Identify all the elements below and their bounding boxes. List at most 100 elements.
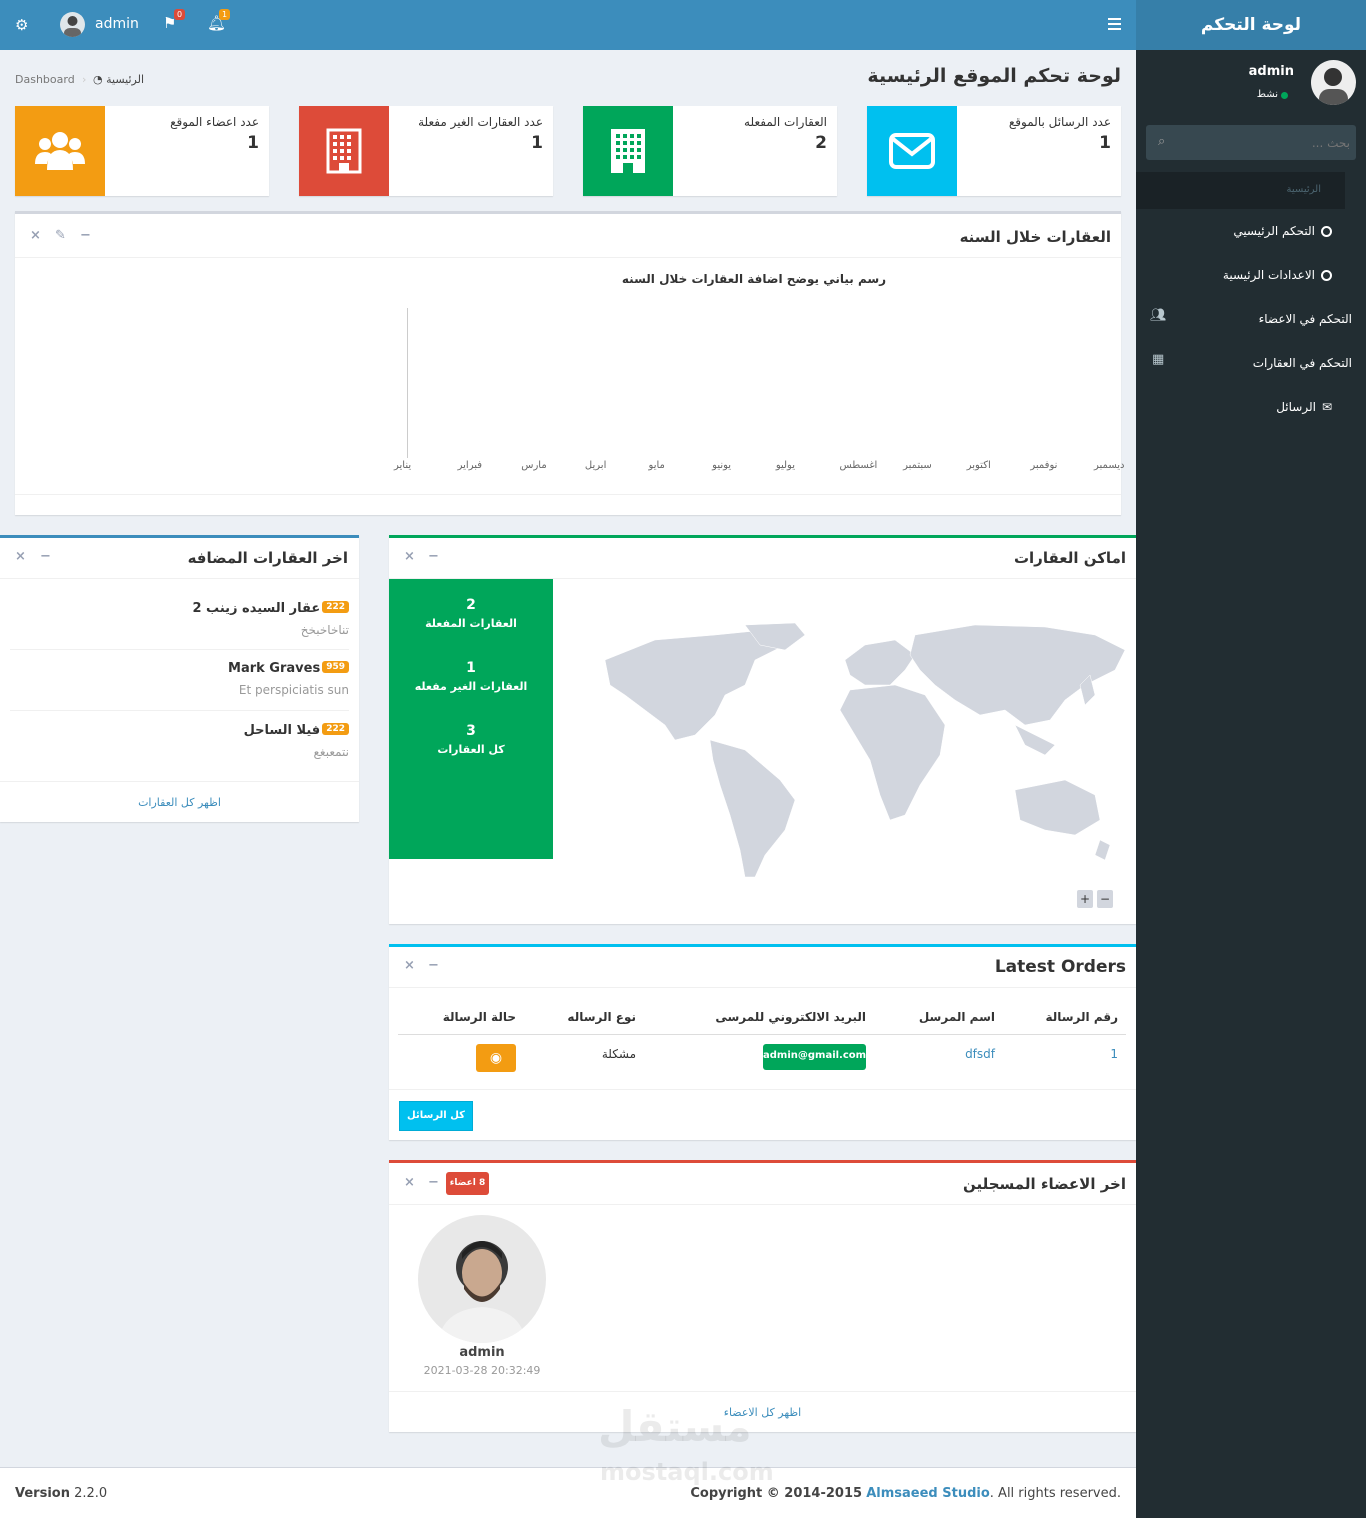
chart-x-tick-label: فبراير bbox=[457, 460, 483, 471]
studio-link[interactable]: Almsaeed Studio bbox=[866, 1486, 990, 1501]
member-avatar[interactable] bbox=[418, 1215, 546, 1343]
close-icon[interactable]: × bbox=[404, 1175, 415, 1190]
chart-x-tick-label: مايو bbox=[648, 460, 665, 471]
latest-orders-title: Latest Orders bbox=[994, 957, 1126, 977]
info-box-active-properties: العقارات المفعله 2 bbox=[583, 106, 837, 196]
close-icon[interactable]: × bbox=[404, 958, 415, 973]
member-date: 2021-03-28 20:32:49 bbox=[423, 1364, 541, 1377]
breadcrumb-home[interactable]: الرئيسية ◔ bbox=[93, 73, 144, 86]
price-badge: 222 bbox=[322, 723, 349, 735]
info-label: عدد اعضاء الموقع bbox=[170, 115, 259, 129]
sidebar-search: ⌕ bbox=[1146, 125, 1356, 160]
map-zoom-in-button[interactable]: + bbox=[1077, 890, 1093, 908]
collapse-icon[interactable]: − bbox=[428, 1175, 439, 1190]
breadcrumb-current: Dashboard bbox=[15, 73, 75, 86]
chart-x-tick-label: يناير bbox=[394, 460, 412, 471]
divider bbox=[15, 494, 1121, 495]
sidebar-section-label: الرئيسية bbox=[1286, 184, 1321, 195]
close-icon[interactable]: × bbox=[15, 549, 26, 564]
list-item[interactable]: 959Mark Graves bbox=[228, 661, 349, 676]
col-header-email: البريد الالكتروني للمرسى bbox=[715, 1010, 866, 1024]
divider bbox=[389, 1089, 1136, 1090]
chart-title: رسم بياني يوضح اضافة العقارات خلال السنه bbox=[621, 272, 887, 286]
users-icon: 👥︎ bbox=[1150, 308, 1167, 323]
order-sender[interactable]: dfsdf bbox=[965, 1047, 995, 1061]
info-value: 1 bbox=[531, 133, 543, 153]
info-label: عدد العقارات الغير مفعلة bbox=[418, 115, 543, 129]
view-order-button[interactable]: ◉ bbox=[476, 1044, 516, 1072]
list-item[interactable]: 222عقار السيده زينب 2 bbox=[192, 601, 349, 616]
info-box-messages: عدد الرسائل بالموقع 1 bbox=[867, 106, 1121, 196]
sidebar-item-label: الرسائل bbox=[1276, 400, 1316, 414]
show-all-properties-link[interactable]: اظهر كل العقارات bbox=[0, 796, 359, 809]
eye-icon: ◉ bbox=[489, 1050, 503, 1066]
flag-count-badge: 0 bbox=[174, 9, 186, 20]
collapse-icon[interactable]: − bbox=[428, 549, 439, 564]
world-map[interactable] bbox=[595, 615, 1130, 885]
members-count-badge: 8 اعضاء bbox=[446, 1172, 489, 1195]
stat-inactive: 1 العقارات الغير مفعله bbox=[414, 660, 528, 693]
info-box-inactive-properties: عدد العقارات الغير مفعلة 1 bbox=[299, 106, 553, 196]
latest-properties-title: اخر العقارات المضافه bbox=[187, 549, 348, 567]
order-email: admin@gmail.com bbox=[763, 1044, 866, 1070]
user-avatar-small[interactable] bbox=[60, 12, 85, 37]
building-icon bbox=[583, 106, 673, 196]
chart-x-tick-label: يونيو bbox=[712, 460, 732, 471]
property-title: Mark Graves bbox=[228, 661, 321, 676]
chart-x-tick-label: اكتوبر bbox=[966, 460, 991, 471]
list-item[interactable]: 222فيلا الساحل bbox=[244, 723, 349, 738]
sidebar-user-avatar bbox=[1311, 60, 1356, 105]
sidebar-item-label: التحكم في الاعضاء bbox=[1258, 312, 1352, 326]
sidebar-item-properties[interactable]: التحكم في العقارات bbox=[1253, 356, 1352, 370]
user-menu-name[interactable]: admin bbox=[95, 16, 139, 32]
divider bbox=[10, 649, 349, 650]
sidebar-item-members[interactable]: التحكم في الاعضاء bbox=[1259, 312, 1352, 326]
sidebar-user-name: admin bbox=[1248, 64, 1294, 79]
collapse-icon[interactable]: − bbox=[428, 958, 439, 973]
divider bbox=[10, 710, 349, 711]
show-all-members-link[interactable]: اظهر كل الاعضاء bbox=[389, 1406, 1136, 1419]
map-zoom-out-button[interactable]: − bbox=[1097, 890, 1113, 908]
version-text: Version 2.2.0 bbox=[15, 1486, 108, 1501]
collapse-icon[interactable]: − bbox=[80, 228, 91, 243]
info-label: العقارات المفعله bbox=[744, 115, 827, 129]
divider bbox=[0, 578, 359, 579]
divider bbox=[389, 1391, 1136, 1392]
sidebar-item-messages[interactable]: ✉ الرسائل bbox=[1276, 400, 1332, 414]
order-id[interactable]: 1 bbox=[1110, 1047, 1118, 1061]
sidebar-item-label: التحكم في العقارات bbox=[1252, 356, 1352, 370]
sidebar-search-input[interactable] bbox=[1180, 125, 1350, 160]
info-value: 2 bbox=[815, 133, 827, 153]
member-name[interactable]: admin bbox=[418, 1345, 546, 1360]
latest-members-title: اخر الاعضاء المسجلين bbox=[962, 1175, 1126, 1193]
stat-all: 3 كل العقارات bbox=[437, 723, 505, 756]
property-title: عقار السيده زينب 2 bbox=[192, 601, 321, 616]
close-icon[interactable]: × bbox=[30, 228, 41, 243]
sidebar-toggle-icon[interactable] bbox=[1108, 18, 1121, 30]
info-label: عدد الرسائل بالموقع bbox=[1008, 115, 1111, 129]
col-header-type: نوع الرساله bbox=[567, 1010, 636, 1024]
sidebar-user-status: نشط bbox=[1256, 89, 1278, 100]
bell-count-badge: 1 bbox=[219, 9, 231, 20]
col-header-id: رقم الرسالة bbox=[1045, 1010, 1118, 1024]
sidebar-item-main-control[interactable]: التحكم الرئيسيي bbox=[1233, 224, 1332, 238]
chart-x-tick-label: ديسمبر bbox=[1094, 460, 1125, 471]
close-icon[interactable]: × bbox=[404, 549, 415, 564]
collapse-icon[interactable]: − bbox=[40, 549, 51, 564]
chart-x-tick-label: سبتمبر bbox=[903, 460, 932, 471]
chart-x-tick-label: اغسطس bbox=[839, 460, 878, 471]
gears-icon[interactable]: ⚙ bbox=[15, 16, 28, 34]
all-messages-button[interactable]: كل الرسائل bbox=[399, 1101, 473, 1131]
price-badge: 959 bbox=[322, 661, 349, 673]
circle-icon bbox=[1321, 225, 1332, 237]
search-icon[interactable]: ⌕ bbox=[1158, 134, 1165, 149]
info-value: 1 bbox=[247, 133, 259, 153]
dashboard-icon: ◔ bbox=[93, 73, 103, 86]
envelope-icon: ✉ bbox=[1321, 400, 1332, 414]
watermark-domain: mostaql.com bbox=[600, 1458, 774, 1486]
price-badge: 222 bbox=[322, 601, 349, 613]
building-icon bbox=[299, 106, 389, 196]
logo[interactable]: لوحة التحكم bbox=[1136, 0, 1366, 50]
property-desc: Et perspiciatis sun bbox=[238, 683, 349, 697]
wrench-icon[interactable]: ✎ bbox=[55, 228, 66, 243]
